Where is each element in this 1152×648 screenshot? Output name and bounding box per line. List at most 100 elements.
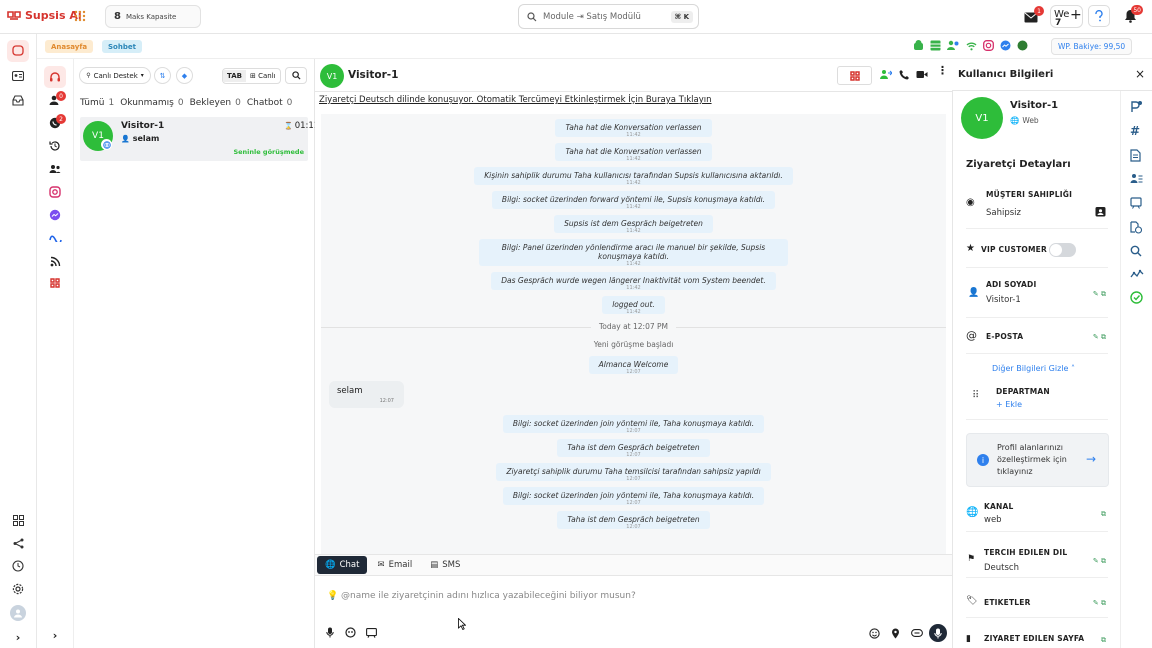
sort-button[interactable]: ⇅ (154, 67, 171, 84)
table-icon[interactable] (930, 40, 941, 51)
notifications-button[interactable]: 50 (1119, 5, 1143, 27)
message-input[interactable]: @name ile ziyaretçinin adını hızlıca yaz… (341, 591, 636, 601)
help-button[interactable] (1088, 5, 1110, 27)
global-search[interactable]: Module ⇥ Satış Modülü ⌘ K (518, 4, 699, 29)
messenger-icon[interactable] (1000, 40, 1011, 51)
emoji-button[interactable] (866, 625, 883, 642)
owner-field[interactable]: ◉ MÜŞTERI SAHIPLIĞI Sahipsiz (966, 185, 1108, 229)
view-toggle[interactable]: TAB ⊞ Canlı (222, 68, 281, 84)
attachment-button[interactable] (908, 625, 925, 642)
tab-toggle[interactable]: TAB (223, 70, 246, 82)
message-list[interactable]: Taha hat die Konversation verlassen 11:42… (321, 114, 946, 554)
rail-share-button[interactable] (7, 532, 29, 554)
voice-record-button[interactable] (321, 624, 338, 641)
email-field[interactable]: @ E-POSTA ✎ ⧉ (966, 324, 1108, 354)
filter-chatbot[interactable]: Chatbot (247, 98, 283, 108)
transfer-agent-button[interactable] (880, 69, 892, 80)
location-button[interactable] (887, 625, 904, 642)
channel-messenger-button[interactable] (44, 204, 66, 226)
channel-livechat-button[interactable] (44, 66, 66, 88)
rail-profile-button[interactable] (7, 602, 29, 624)
filter-unread[interactable]: Okunmamış (120, 98, 174, 108)
language-field[interactable]: ⚑ TERCIH EDILEN DIL Deutsch ✎ ⧉ (966, 542, 1108, 578)
more-options-icon[interactable]: ⋮ (937, 65, 948, 76)
strip-expand-button[interactable]: › (44, 624, 66, 646)
channel-meta-button[interactable] (44, 227, 66, 249)
rail-settings-button[interactable] (7, 578, 29, 600)
department-dropdown[interactable]: ⚲ Canlı Destek ▾ (79, 67, 151, 84)
hashtag-icon[interactable]: # (1130, 124, 1144, 138)
tab-sms[interactable]: ▤ SMS (422, 556, 468, 574)
edit-copy-icon[interactable]: ✎ ⧉ (1093, 290, 1106, 299)
contact-card-icon[interactable] (1095, 206, 1106, 217)
android-icon[interactable] (913, 40, 924, 51)
live-toggle[interactable]: ⊞ Canlı (246, 72, 280, 80)
channel-instagram-button[interactable] (44, 181, 66, 203)
edit-copy-icon[interactable]: ✎ ⧉ (1093, 557, 1106, 566)
edit-copy-icon[interactable]: ✎ ⧉ (1093, 599, 1106, 608)
channel-history-button[interactable] (44, 135, 66, 157)
filter-all[interactable]: Tümü (80, 98, 104, 108)
department-field[interactable]: ⠿ DEPARTMAN + Ekle (966, 380, 1108, 420)
bookmark-chat-icon[interactable] (1130, 197, 1144, 211)
edit-copy-icon[interactable]: ✎ ⧉ (1093, 333, 1106, 342)
team-icon[interactable] (947, 40, 960, 51)
tab-chat-pill[interactable]: Sohbet (102, 40, 142, 53)
mail-button[interactable]: 1 (1020, 6, 1044, 28)
contact-info-tool-icon[interactable] (1130, 100, 1144, 114)
user-list-icon[interactable] (1130, 173, 1144, 187)
tab-chat[interactable]: 🌐 Chat (317, 556, 368, 574)
rail-contacts-button[interactable] (7, 65, 29, 87)
rail-home-button[interactable] (7, 40, 29, 62)
template-button[interactable] (363, 624, 380, 641)
filter-waiting[interactable]: Bekleyen (190, 98, 232, 108)
channel-rss-button[interactable] (44, 250, 66, 272)
translate-banner[interactable]: Ziyaretçi Deutsch dilinde konuşuyor. Oto… (319, 95, 712, 105)
visited-page-field[interactable]: ▮ ZIYARET EDILEN SAYFA ⧉ (966, 626, 1108, 648)
drag-handle-icon[interactable]: ⠿ (972, 390, 979, 401)
rail-apps-button[interactable] (7, 509, 29, 531)
rail-history-button[interactable] (7, 555, 29, 577)
capacity-widget[interactable]: 8 Maks Kapasite (105, 5, 201, 28)
customize-profile-card[interactable]: i Profil alanlarınızı özelleştirmek için… (966, 433, 1109, 487)
instagram-icon[interactable] (983, 40, 994, 51)
channel-agents-button[interactable] (44, 158, 66, 180)
conversation-search-button[interactable] (285, 67, 307, 84)
visitor-message[interactable]: selam 12:07 (329, 381, 404, 408)
channel-supsis-button[interactable] (44, 272, 66, 294)
call-button[interactable] (899, 69, 910, 80)
layers-button[interactable]: ◆ (176, 67, 193, 84)
close-icon[interactable]: × (1135, 67, 1145, 81)
tab-email[interactable]: ✉ Email (369, 556, 420, 574)
search-icon[interactable] (1130, 245, 1144, 259)
channel-waiting-button[interactable]: 0 (44, 89, 66, 111)
send-voice-button[interactable] (929, 624, 947, 642)
shield-check-icon[interactable] (1130, 291, 1144, 305)
app-logo[interactable]: Supsis Ai (6, 9, 82, 22)
rail-expand-button[interactable]: › (7, 626, 29, 648)
activity-graph-icon[interactable] (1130, 269, 1144, 283)
chat-app-icon[interactable] (1017, 40, 1028, 51)
wifi-icon[interactable] (966, 41, 977, 51)
tags-field[interactable]: 🏷 ETIKETLER ✎ ⧉ (966, 588, 1108, 618)
channel-whatsapp-button[interactable]: 2 (44, 112, 66, 134)
balance-widget[interactable]: WP. Bakiye: 99,50 (1051, 38, 1133, 55)
toggle-other-info[interactable]: Diğer Bilgileri Gizle ˄ (992, 364, 1075, 373)
ai-assist-button[interactable] (342, 624, 359, 641)
copy-icon[interactable]: ⧉ (1101, 636, 1106, 645)
channel-field[interactable]: 🌐 KANAL web ⧉ (966, 496, 1108, 532)
supsis-action-button[interactable] (837, 66, 872, 85)
tab-home-pill[interactable]: Anasayfa (45, 40, 94, 53)
apps-grid-icon[interactable] (74, 10, 86, 22)
supsis-logo-icon (50, 278, 60, 288)
file-clock-icon[interactable] (1130, 221, 1144, 235)
user-workspace-button[interactable]: We 7 + (1050, 5, 1083, 28)
department-add-link[interactable]: + Ekle (996, 400, 1022, 409)
vip-toggle[interactable] (1049, 243, 1076, 257)
name-field[interactable]: 👤 ADI SOYADI Visitor-1 ✎ ⧉ (966, 274, 1108, 318)
copy-icon[interactable]: ⧉ (1101, 510, 1106, 519)
video-call-button[interactable] (916, 70, 928, 79)
rail-inbox-button[interactable] (7, 89, 29, 111)
conversation-item[interactable]: V1 Visitor-1 ⌛ 01:11 👤 selam Seninle görüş… (80, 117, 319, 161)
document-icon[interactable] (1130, 149, 1144, 163)
